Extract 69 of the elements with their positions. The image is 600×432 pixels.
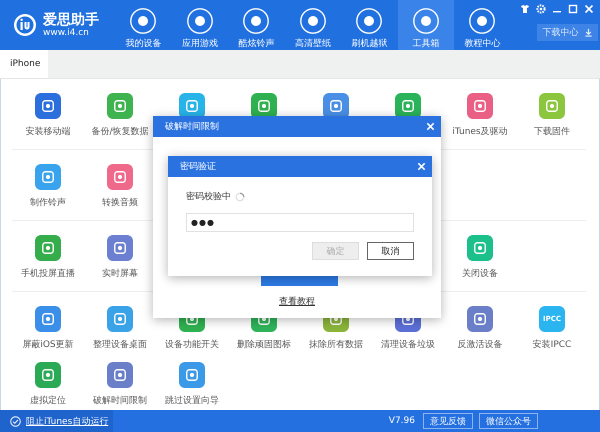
tool-icon[interactable] bbox=[107, 93, 133, 119]
tool-label[interactable]: 实时屏幕 bbox=[102, 267, 138, 281]
tool-label[interactable]: 安装IPCC bbox=[532, 338, 572, 352]
tool-label[interactable]: iTunes及驱动 bbox=[452, 125, 508, 139]
settings-icon[interactable] bbox=[536, 4, 546, 14]
nav-tab[interactable]: 刷机越狱 bbox=[341, 0, 398, 50]
tool-icon[interactable] bbox=[35, 235, 61, 261]
close-icon[interactable] bbox=[584, 4, 594, 14]
password-field[interactable]: ●●● bbox=[186, 213, 414, 232]
version-label: V7.96 bbox=[388, 416, 415, 426]
nav-tab[interactable]: 应用游戏 bbox=[172, 0, 228, 50]
tool-label[interactable]: 关闭设备 bbox=[462, 267, 498, 281]
status-button[interactable]: 意见反馈 bbox=[423, 413, 473, 429]
tool-label[interactable]: 安装移动端 bbox=[26, 125, 70, 139]
nav-tab[interactable]: 教程中心 bbox=[454, 0, 510, 50]
nav-circle-icon bbox=[356, 8, 382, 34]
tool-label[interactable]: 整理设备桌面 bbox=[93, 338, 147, 352]
nav-circle-icon bbox=[130, 8, 156, 34]
verifying-label: 密码校验中 bbox=[186, 190, 231, 203]
tool-icon[interactable] bbox=[35, 164, 61, 190]
tool-label[interactable]: 手机投屏直播 bbox=[21, 267, 75, 281]
tool-icon[interactable] bbox=[107, 164, 133, 190]
tool-label[interactable]: 反激活设备 bbox=[458, 338, 502, 352]
device-tab[interactable]: iPhone bbox=[0, 50, 48, 78]
tool-icon[interactable] bbox=[107, 306, 133, 332]
tool-label[interactable]: 下载固件 bbox=[534, 125, 570, 139]
close-icon[interactable] bbox=[426, 122, 435, 131]
tool-label[interactable]: 抹除所有数据 bbox=[309, 338, 363, 352]
logo-icon bbox=[13, 13, 37, 37]
nav-tab[interactable]: 酷炫铃声 bbox=[228, 0, 284, 50]
tool-icon[interactable] bbox=[35, 93, 61, 119]
nav-tab[interactable]: 我的设备 bbox=[115, 0, 172, 50]
shirt-icon[interactable] bbox=[520, 4, 530, 14]
nav-tab[interactable]: 高清壁纸 bbox=[284, 0, 341, 50]
tool-label[interactable]: 设备功能开关 bbox=[165, 338, 219, 352]
close-icon[interactable] bbox=[417, 162, 426, 171]
tool-icon[interactable] bbox=[35, 306, 61, 332]
dialog-title: 密码验证 bbox=[180, 160, 216, 173]
tutorial-link[interactable]: 查看教程 bbox=[279, 295, 315, 308]
tool-label[interactable]: 备份/恢复数据 bbox=[91, 125, 149, 139]
tool-icon[interactable] bbox=[179, 362, 205, 388]
tool-label[interactable]: 转换音频 bbox=[102, 196, 138, 210]
app-url: www.i4.cn bbox=[43, 28, 90, 38]
tool-icon[interactable] bbox=[107, 362, 133, 388]
tool-label[interactable]: 制作铃声 bbox=[30, 196, 66, 210]
dialog-title: 破解时间限制 bbox=[165, 120, 219, 133]
status-button[interactable]: 微信公众号 bbox=[479, 413, 538, 429]
tool-label[interactable]: 删除顽固图标 bbox=[237, 338, 291, 352]
nav-circle-icon bbox=[469, 8, 496, 34]
tool-label[interactable]: 屏蔽iOS更新 bbox=[22, 338, 74, 352]
tool-icon[interactable] bbox=[107, 235, 133, 261]
nav-circle-icon bbox=[243, 8, 270, 34]
nav-tab[interactable]: 工具箱 bbox=[398, 0, 454, 50]
nav-circle-icon bbox=[412, 8, 439, 34]
spinner-icon bbox=[235, 192, 245, 202]
app-name: 爱思助手 bbox=[43, 12, 99, 28]
tool-label[interactable]: 破解时间限制 bbox=[93, 394, 147, 408]
tool-icon[interactable] bbox=[467, 306, 493, 332]
tool-label[interactable]: 跳过设置向导 bbox=[165, 394, 219, 408]
nav-circle-icon bbox=[300, 8, 326, 34]
maximize-icon[interactable] bbox=[568, 4, 578, 14]
tool-label[interactable]: 虚拟定位 bbox=[30, 394, 66, 408]
tool-icon[interactable] bbox=[467, 93, 493, 119]
check-circle-icon bbox=[10, 416, 21, 426]
tool-label[interactable]: 清理设备垃圾 bbox=[381, 338, 435, 352]
nav-circle-icon bbox=[186, 8, 213, 34]
dialog-button[interactable]: 取消 bbox=[367, 242, 414, 260]
tool-icon[interactable] bbox=[35, 362, 61, 388]
download-icon bbox=[584, 28, 592, 37]
